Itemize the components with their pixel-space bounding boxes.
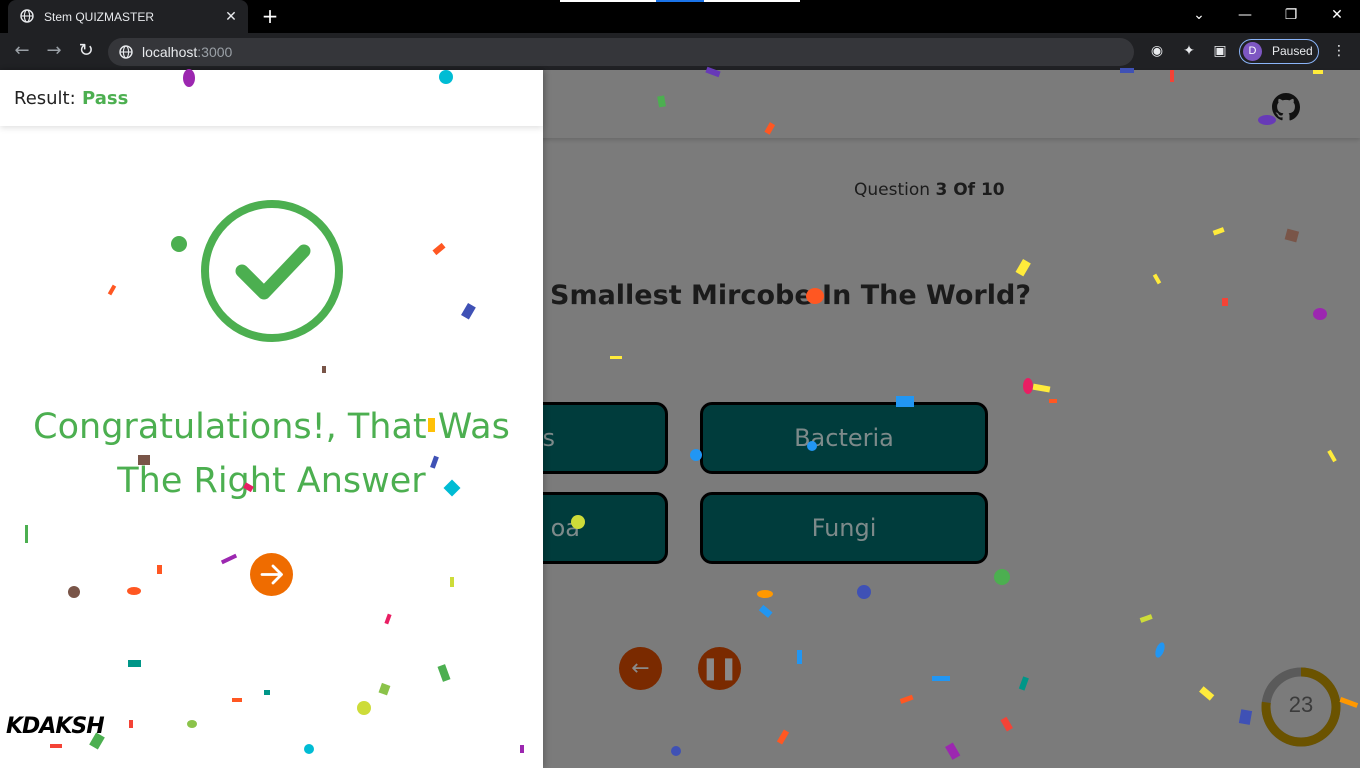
- previous-button[interactable]: ←: [619, 647, 662, 690]
- back-arrow-icon[interactable]: ←: [10, 39, 34, 63]
- check-circle-icon: [201, 200, 343, 342]
- tab-list-chevron-down-icon[interactable]: ⌄: [1176, 0, 1222, 33]
- question-text: Smallest Mircobe In The World?: [550, 280, 1031, 311]
- result-drawer: Result: Pass Congratulations!, That Was …: [0, 70, 543, 768]
- arrow-left-icon: ←: [631, 656, 650, 681]
- close-icon[interactable]: ✕: [222, 7, 240, 25]
- arrow-right-icon: [260, 564, 283, 585]
- pause-icon: ❚❚: [701, 656, 738, 681]
- menu-kebab-icon[interactable]: ⋮: [1330, 42, 1348, 60]
- address-bar[interactable]: localhost:3000: [108, 38, 1134, 66]
- tab-title: Stem QUIZMASTER: [44, 10, 155, 24]
- timer-value: 23: [1288, 692, 1314, 717]
- media-icon[interactable]: ◉: [1148, 42, 1166, 60]
- reload-icon[interactable]: ↻: [74, 39, 98, 63]
- question-counter: Question 3 Of 10: [854, 180, 1005, 200]
- profile-status: Paused: [1272, 44, 1313, 58]
- result-label: Result:: [14, 88, 76, 109]
- next-question-button[interactable]: [250, 553, 293, 596]
- avatar: D: [1243, 42, 1262, 61]
- option-bacteria[interactable]: Bacteria: [700, 402, 988, 474]
- result-value: Pass: [82, 88, 129, 109]
- profile-button[interactable]: D Paused: [1239, 39, 1319, 64]
- brand-logo: KDAKSH: [6, 714, 105, 739]
- url-text: localhost:3000: [142, 44, 233, 60]
- github-icon[interactable]: [1272, 93, 1300, 121]
- side-panel-icon[interactable]: ▣: [1211, 42, 1229, 60]
- plus-icon[interactable]: +: [258, 5, 282, 29]
- option-label: s: [542, 424, 555, 452]
- browser-tab[interactable]: Stem QUIZMASTER ✕: [8, 0, 248, 33]
- globe-icon: [20, 9, 34, 23]
- option-fungi[interactable]: Fungi: [700, 492, 988, 564]
- browser-toolbar: ← → ↻ localhost:3000 ◉ ✦ ▣ D Paused ⋮: [0, 33, 1360, 70]
- site-info-icon[interactable]: [119, 45, 133, 59]
- result-header: Result: Pass: [0, 70, 543, 126]
- tab-search-indicator: [560, 0, 800, 2]
- option-label: oa: [550, 514, 580, 542]
- window-close-icon[interactable]: ✕: [1314, 0, 1360, 33]
- forward-arrow-icon[interactable]: →: [42, 39, 66, 63]
- minimize-icon[interactable]: —: [1222, 0, 1268, 33]
- restore-icon[interactable]: ❐: [1268, 0, 1314, 33]
- extensions-icon[interactable]: ✦: [1180, 42, 1198, 60]
- result-message: Congratulations!, That Was The Right Ans…: [33, 407, 510, 501]
- pause-button[interactable]: ❚❚: [698, 647, 741, 690]
- browser-titlebar: Stem QUIZMASTER ✕ + ⌄ — ❐ ✕: [0, 0, 1360, 33]
